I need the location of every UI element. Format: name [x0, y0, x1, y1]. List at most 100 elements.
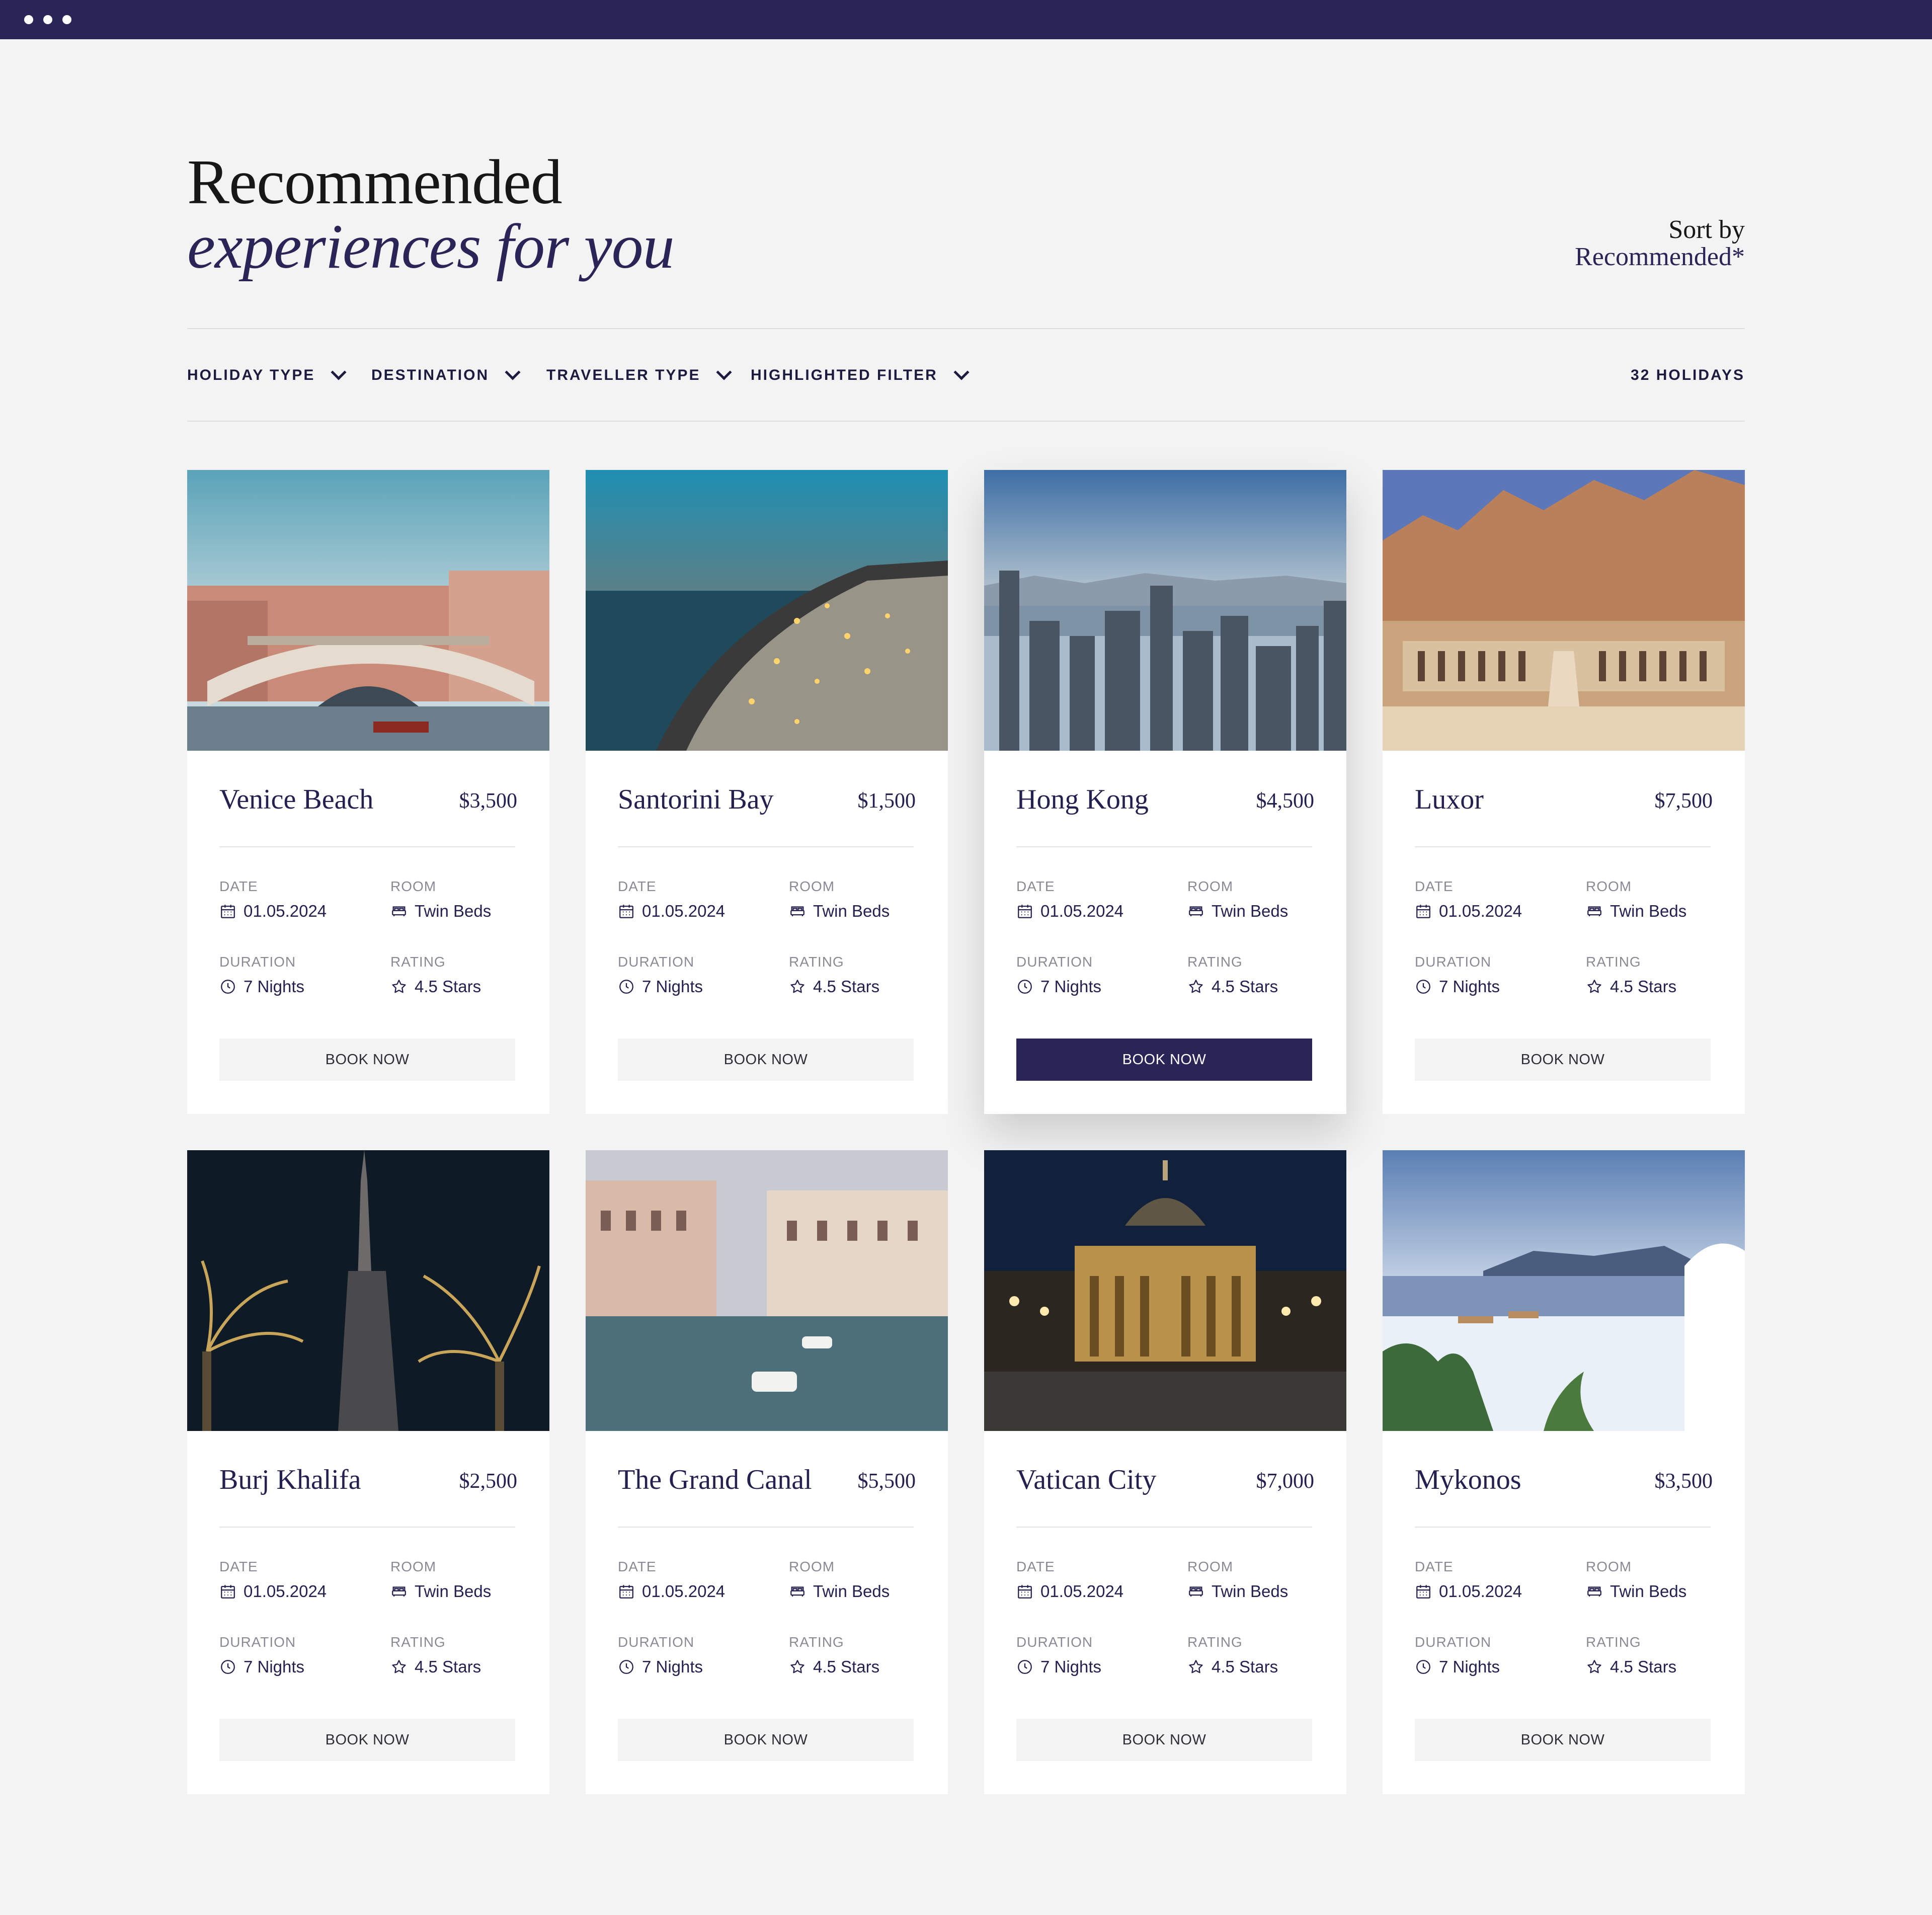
calendar-icon	[1416, 905, 1430, 918]
date-text: 01.05.2024	[1439, 902, 1522, 920]
holiday-card: Santorini Bay $1,500 DATE ROOM 01.05.202…	[586, 470, 948, 1114]
window-dot-icon[interactable]	[24, 15, 33, 24]
star-icon	[790, 1660, 804, 1673]
rating-text: 4.5 Stars	[1610, 977, 1677, 996]
holiday-card: Vatican City $7,000 DATE ROOM 01.05.2024…	[984, 1150, 1346, 1794]
window-titlebar	[0, 0, 1932, 39]
filter-label: TRAVELLER TYPE	[546, 367, 701, 383]
duration-value: 7 Nights	[219, 977, 304, 996]
rating-value: 4.5 Stars	[390, 1657, 481, 1677]
room-text: Twin Beds	[415, 902, 492, 920]
rating-label: RATING	[390, 954, 446, 970]
window-dot-icon[interactable]	[43, 15, 52, 24]
sort-control[interactable]: Sort by Recommended*	[1575, 216, 1745, 271]
date-value: 01.05.2024	[219, 1582, 327, 1601]
clock-icon	[1416, 1660, 1430, 1674]
card-price: $1,500	[857, 789, 916, 813]
clock-icon	[1018, 1660, 1032, 1674]
filter-traveller-type[interactable]: TRAVELLER TYPE	[546, 361, 733, 389]
card-title[interactable]: Vatican City	[1016, 1462, 1156, 1497]
room-value: Twin Beds	[390, 902, 491, 921]
destination-photo[interactable]	[187, 1150, 549, 1431]
card-title[interactable]: Santorini Bay	[618, 782, 774, 817]
rating-value: 4.5 Stars	[789, 1657, 879, 1677]
card-title[interactable]: Luxor	[1415, 782, 1484, 817]
duration-value: 7 Nights	[618, 977, 703, 996]
duration-label: DURATION	[1016, 954, 1093, 970]
book-now-button[interactable]: BOOK NOW	[618, 1039, 914, 1081]
book-now-button[interactable]: BOOK NOW	[1016, 1039, 1312, 1081]
book-now-button[interactable]: BOOK NOW	[1415, 1719, 1711, 1761]
room-label: ROOM	[1187, 1559, 1234, 1574]
destination-photo[interactable]	[1383, 1150, 1745, 1431]
room-text: Twin Beds	[813, 902, 890, 920]
card-title[interactable]: Hong Kong	[1016, 782, 1149, 817]
date-value: 01.05.2024	[1016, 1582, 1123, 1601]
room-text: Twin Beds	[415, 1582, 492, 1601]
card-price: $4,500	[1256, 789, 1315, 813]
star-icon	[392, 980, 406, 993]
bed-icon	[1189, 1586, 1203, 1597]
date-text: 01.05.2024	[1040, 1582, 1124, 1601]
date-value: 01.05.2024	[618, 1582, 725, 1601]
calendar-icon	[619, 905, 633, 918]
book-now-button[interactable]: BOOK NOW	[219, 1719, 515, 1761]
holiday-card: Mykonos $3,500 DATE ROOM 01.05.2024 Twin…	[1383, 1150, 1745, 1794]
destination-photo[interactable]	[187, 470, 549, 751]
destination-photo[interactable]	[984, 1150, 1346, 1431]
date-label: DATE	[219, 1559, 258, 1574]
star-icon	[392, 1660, 406, 1673]
date-label: DATE	[1415, 1559, 1454, 1574]
book-now-button[interactable]: BOOK NOW	[1415, 1039, 1711, 1081]
card-title[interactable]: The Grand Canal	[618, 1462, 812, 1497]
card-price: $3,500	[1654, 1470, 1713, 1493]
star-icon	[1587, 980, 1601, 993]
date-label: DATE	[618, 879, 657, 894]
destination-photo[interactable]	[984, 470, 1346, 751]
window-dot-icon[interactable]	[62, 15, 71, 24]
book-now-button[interactable]: BOOK NOW	[219, 1039, 515, 1081]
filter-highlighted[interactable]: HIGHLIGHTED FILTER	[751, 361, 970, 389]
holiday-card: Hong Kong $4,500 DATE ROOM 01.05.2024 Tw…	[984, 470, 1346, 1114]
rating-label: RATING	[1586, 1634, 1641, 1650]
book-now-button[interactable]: BOOK NOW	[618, 1719, 914, 1761]
card-price: $7,000	[1256, 1470, 1315, 1493]
room-text: Twin Beds	[1610, 902, 1687, 920]
duration-label: DURATION	[1415, 1634, 1492, 1650]
page-title-line2: experiences for you	[187, 212, 675, 282]
filter-label: HOLIDAY TYPE	[187, 367, 315, 383]
calendar-icon	[1416, 1585, 1430, 1599]
destination-photo[interactable]	[1383, 470, 1745, 751]
duration-text: 7 Nights	[642, 977, 703, 996]
card-title[interactable]: Mykonos	[1415, 1462, 1521, 1497]
duration-value: 7 Nights	[1415, 977, 1500, 996]
duration-value: 7 Nights	[219, 1657, 304, 1677]
card-title[interactable]: Venice Beach	[219, 782, 373, 817]
sort-label: Sort by	[1668, 215, 1745, 244]
room-label: ROOM	[1586, 1559, 1632, 1574]
destination-photo[interactable]	[586, 1150, 948, 1431]
clock-icon	[221, 1660, 235, 1674]
photo-graphic	[984, 1150, 1346, 1431]
holiday-card: The Grand Canal $5,500 DATE ROOM 01.05.2…	[586, 1150, 948, 1794]
photo-graphic	[1383, 470, 1745, 751]
filter-holiday-type[interactable]: HOLIDAY TYPE	[187, 361, 347, 389]
date-text: 01.05.2024	[642, 1582, 726, 1601]
card-title[interactable]: Burj Khalifa	[219, 1462, 361, 1497]
room-text: Twin Beds	[813, 1582, 890, 1601]
card-divider	[1415, 846, 1711, 847]
room-value: Twin Beds	[1187, 902, 1288, 921]
rating-value: 4.5 Stars	[1586, 977, 1676, 996]
duration-text: 7 Nights	[1439, 977, 1500, 996]
filter-bar: HOLIDAY TYPE DESTINATION TRAVELLER TYPE …	[187, 361, 1745, 389]
book-now-button[interactable]: BOOK NOW	[1016, 1719, 1312, 1761]
filter-destination[interactable]: DESTINATION	[371, 361, 521, 389]
date-value: 01.05.2024	[1415, 902, 1522, 921]
bed-icon	[392, 1586, 406, 1597]
room-label: ROOM	[390, 1559, 437, 1574]
photo-graphic	[187, 1150, 549, 1431]
sort-value[interactable]: Recommended*	[1575, 244, 1745, 271]
rating-value: 4.5 Stars	[390, 977, 481, 996]
destination-photo[interactable]	[586, 470, 948, 751]
card-divider	[1016, 846, 1312, 847]
